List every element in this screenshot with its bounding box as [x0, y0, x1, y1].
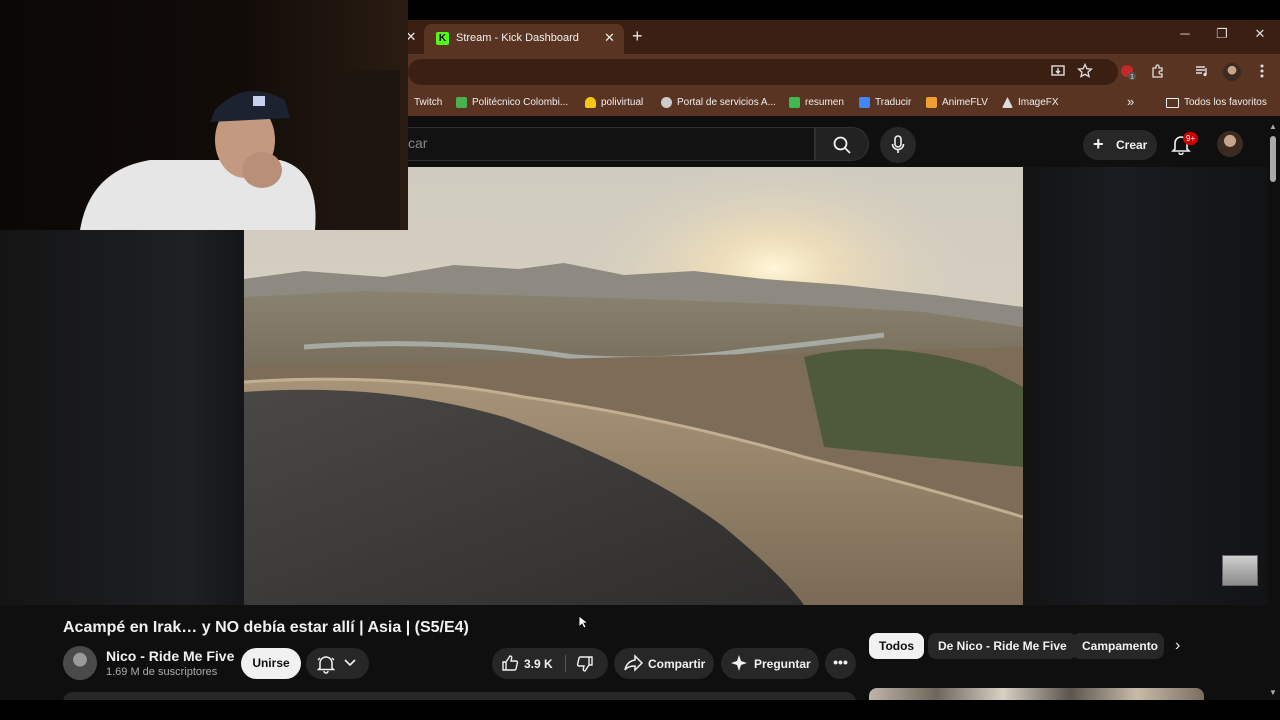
subscriber-count: 1.69 M de suscriptores: [106, 666, 218, 678]
share-arrow-icon: [624, 654, 644, 672]
bookmark-star-icon[interactable]: [1076, 62, 1094, 81]
bookmark-label: Politécnico Colombi...: [472, 97, 569, 108]
video-player[interactable]: [244, 167, 1023, 605]
bookmark-portal-servicios[interactable]: Portal de servicios A...: [661, 97, 776, 108]
install-app-icon[interactable]: [1049, 63, 1067, 81]
channel-avatar[interactable]: [63, 646, 97, 680]
imagefx-icon: [1002, 97, 1013, 108]
scrollbar-thumb[interactable]: [1270, 136, 1276, 182]
webcam-person-image: [0, 0, 408, 230]
thumbs-down-icon: [576, 656, 593, 672]
join-button[interactable]: Unirse: [241, 648, 301, 679]
bookmark-label: Traducir: [875, 97, 912, 108]
animeflv-icon: [926, 97, 937, 108]
screen: ✕ K Stream - Kick Dashboard ✕ + ─ ❐ ✕ 1 …: [0, 0, 1280, 720]
share-button[interactable]: Compartir: [614, 648, 714, 679]
microphone-icon: [891, 135, 905, 153]
omnibox[interactable]: [408, 59, 1118, 85]
bookmark-label: resumen: [805, 97, 844, 108]
bookmark-label: ImageFX: [1018, 97, 1059, 108]
chip-camping[interactable]: Campamento: [1072, 633, 1164, 659]
dislike-button[interactable]: [566, 648, 608, 679]
bottom-black-strip: [0, 700, 1280, 720]
scroll-up-arrow-icon[interactable]: ▲: [1269, 122, 1277, 131]
media-controls-icon[interactable]: [1193, 63, 1211, 81]
bookmark-label: AnimeFLV: [942, 97, 988, 108]
bookmark-traducir[interactable]: Traducir: [859, 97, 911, 108]
tab-title: Stream - Kick Dashboard: [456, 32, 579, 44]
like-button[interactable]: 3.9 K: [492, 648, 565, 679]
video-frame-landscape: [244, 167, 1023, 605]
chip-from-channel[interactable]: De Nico - Ride Me Five: [928, 633, 1077, 659]
bookmark-imagefx[interactable]: ImageFX: [1002, 97, 1059, 108]
chip-all[interactable]: Todos: [869, 633, 925, 659]
translate-icon: [859, 97, 870, 108]
minimize-button[interactable]: ─: [1175, 26, 1195, 41]
bookmark-label: Todos los favoritos: [1184, 97, 1267, 108]
webcam-overlay: [0, 0, 408, 230]
bookmark-twitch[interactable]: Twitch: [414, 97, 442, 108]
browser-menu-icon[interactable]: [1253, 63, 1271, 81]
ask-label: Preguntar: [754, 657, 811, 671]
globe-icon: [661, 97, 672, 108]
plus-icon: +: [1093, 134, 1104, 154]
close-window-button[interactable]: ✕: [1250, 26, 1270, 42]
chevron-down-icon: [344, 659, 356, 667]
account-avatar[interactable]: [1217, 131, 1243, 157]
search-placeholder: car: [408, 135, 428, 151]
channel-name[interactable]: Nico - Ride Me Five: [106, 648, 234, 664]
bookmark-label: Twitch: [414, 97, 443, 108]
bookmark-politecnico[interactable]: Politécnico Colombi...: [456, 97, 568, 108]
resumen-icon: [789, 97, 800, 108]
page-scrollbar[interactable]: [1268, 120, 1280, 700]
sparkle-icon: [731, 655, 747, 671]
bookmark-animeflv[interactable]: AnimeFLV: [926, 97, 988, 108]
notifications-badge: 9+: [1183, 132, 1199, 145]
politecnico-icon: [456, 97, 467, 108]
bookmark-polivirtual[interactable]: polivirtual: [585, 97, 643, 108]
chips-next-chevron-icon[interactable]: ›: [1175, 637, 1180, 655]
create-label: Crear: [1116, 138, 1148, 152]
voice-search-button[interactable]: [880, 127, 916, 163]
thumbs-up-icon: [502, 655, 519, 671]
new-tab-button[interactable]: +: [632, 26, 643, 46]
folder-icon: [1166, 97, 1179, 108]
tab-close-icon[interactable]: ✕: [604, 30, 615, 46]
restore-button[interactable]: ❐: [1212, 26, 1232, 42]
subscription-notification-button[interactable]: [306, 648, 369, 679]
create-button[interactable]: + Crear: [1083, 130, 1157, 160]
share-label: Compartir: [648, 657, 706, 671]
polivirtual-icon: [585, 97, 596, 108]
video-title: Acampé en Irak… y NO debía estar allí | …: [63, 619, 469, 636]
miniplayer-thumbnail[interactable]: [1222, 555, 1258, 586]
search-button[interactable]: [815, 127, 869, 161]
search-icon: [833, 136, 851, 154]
ask-button[interactable]: Preguntar: [721, 648, 819, 679]
bookmarks-overflow-button[interactable]: »: [1127, 94, 1134, 109]
extensions-puzzle-icon[interactable]: [1149, 63, 1167, 81]
scroll-down-arrow-icon[interactable]: ▼: [1269, 688, 1277, 697]
bookmark-resumen[interactable]: resumen: [789, 97, 844, 108]
search-input[interactable]: [398, 127, 815, 161]
kick-favicon-icon: K: [436, 32, 449, 45]
extension-badge-icon[interactable]: 1: [1119, 63, 1137, 81]
tab-kick-dashboard[interactable]: K Stream - Kick Dashboard ✕: [424, 24, 624, 54]
like-count: 3.9 K: [524, 657, 553, 671]
bell-icon: [316, 656, 336, 674]
profile-avatar[interactable]: [1223, 63, 1241, 81]
more-actions-button[interactable]: •••: [825, 648, 856, 679]
mouse-cursor-icon: [578, 615, 588, 629]
all-bookmarks-folder[interactable]: Todos los favoritos: [1166, 97, 1267, 108]
bookmark-label: polivirtual: [601, 97, 644, 108]
bookmark-label: Portal de servicios A...: [677, 97, 776, 108]
like-dislike-group: 3.9 K: [492, 648, 608, 679]
